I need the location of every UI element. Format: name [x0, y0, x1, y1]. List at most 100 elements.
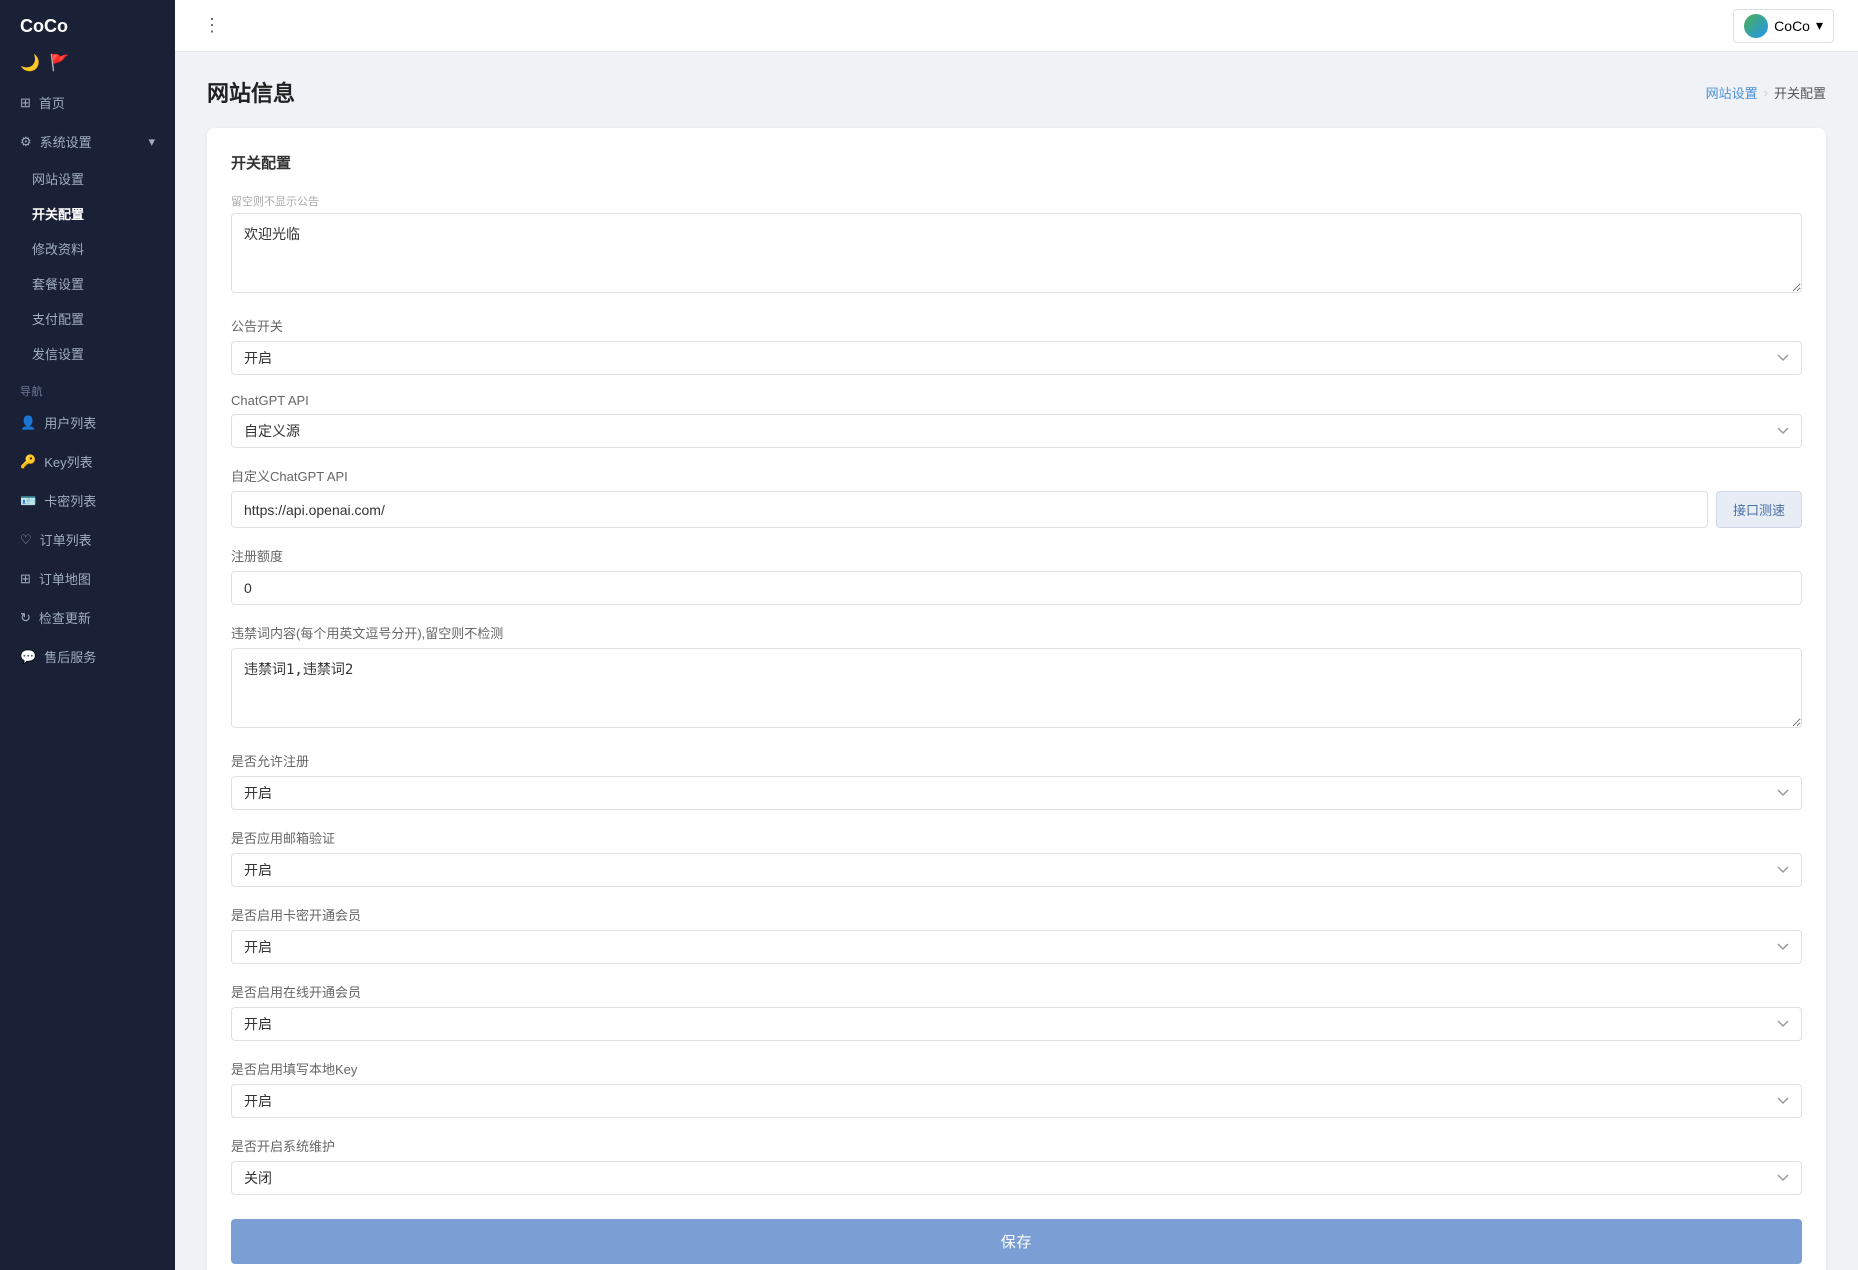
topbar-right: CoCo ▾: [1733, 9, 1834, 43]
order-map-label: 订单地图: [39, 569, 91, 588]
sidebar-item-sms-settings[interactable]: 发信设置: [0, 336, 175, 371]
menu-button[interactable]: ⋮: [199, 11, 225, 40]
email-verify-select[interactable]: 开启 关闭: [231, 853, 1802, 887]
email-verify-group: 是否应用邮箱验证 开启 关闭: [231, 828, 1802, 887]
sidebar-item-system[interactable]: ⚙ 系统设置 ▾: [0, 122, 175, 161]
forbidden-words-label: 违禁词内容(每个用英文逗号分开),留空则不检测: [231, 623, 1802, 642]
moon-icon[interactable]: 🌙: [20, 53, 40, 73]
system-icon: ⚙: [20, 134, 32, 150]
sidebar-top-controls: 🌙 🚩: [0, 53, 175, 83]
payment-settings-label: 支付配置: [32, 312, 84, 327]
chatgpt-api-label: ChatGPT API: [231, 393, 1802, 408]
user-list-label: 用户列表: [44, 413, 96, 432]
register-quota-input[interactable]: [231, 571, 1802, 605]
card-list-label: 卡密列表: [44, 491, 96, 510]
user-menu[interactable]: CoCo ▾: [1733, 9, 1834, 43]
home-label: 首页: [39, 93, 65, 112]
forbidden-words-textarea[interactable]: [231, 648, 1802, 728]
key-list-label: Key列表: [44, 452, 92, 471]
sidebar: CoCo 🌙 🚩 ⊞ 首页 ⚙ 系统设置 ▾ 网站设置 开关配置 修改资料 套餐…: [0, 0, 175, 1270]
maintenance-select[interactable]: 关闭 开启: [231, 1161, 1802, 1195]
check-update-label: 检查更新: [39, 608, 91, 627]
card-member-label: 是否启用卡密开通会员: [231, 905, 1802, 924]
card-member-group: 是否启用卡密开通会员 开启 关闭: [231, 905, 1802, 964]
sidebar-item-key-list[interactable]: 🔑 Key列表: [0, 442, 175, 481]
maintenance-group: 是否开启系统维护 关闭 开启: [231, 1136, 1802, 1195]
chatgpt-api-select[interactable]: 自定义源 官方源: [231, 414, 1802, 448]
plan-settings-label: 套餐设置: [32, 277, 84, 292]
key-icon: 🔑: [20, 454, 36, 470]
sidebar-item-order-map[interactable]: ⊞ 订单地图: [0, 559, 175, 598]
forbidden-words-group: 违禁词内容(每个用英文逗号分开),留空则不检测: [231, 623, 1802, 733]
announcement-switch-label: 公告开关: [231, 316, 1802, 335]
chatgpt-api-group: ChatGPT API 自定义源 官方源: [231, 393, 1802, 448]
maintenance-label: 是否开启系统维护: [231, 1136, 1802, 1155]
sidebar-item-card-list[interactable]: 🪪 卡密列表: [0, 481, 175, 520]
online-member-select[interactable]: 开启 关闭: [231, 1007, 1802, 1041]
custom-api-group: 自定义ChatGPT API 接口测速: [231, 466, 1802, 528]
local-key-label: 是否启用填写本地Key: [231, 1059, 1802, 1078]
content-area: 网站信息 网站设置 › 开关配置 开关配置 留空则不显示公告 公告开关 开启 关…: [175, 52, 1858, 1270]
home-icon: ⊞: [20, 95, 31, 111]
app-name: CoCo: [20, 16, 68, 37]
local-key-group: 是否启用填写本地Key 开启 关闭: [231, 1059, 1802, 1118]
sidebar-logo: CoCo: [0, 0, 175, 53]
allow-register-group: 是否允许注册 开启 关闭: [231, 751, 1802, 810]
allow-register-label: 是否允许注册: [231, 751, 1802, 770]
announcement-group: 留空则不显示公告: [231, 193, 1802, 298]
sidebar-item-plan-settings[interactable]: 套餐设置: [0, 266, 175, 301]
card-icon: 🪪: [20, 493, 36, 509]
online-member-group: 是否启用在线开通会员 开启 关闭: [231, 982, 1802, 1041]
user-icon: 👤: [20, 415, 36, 431]
order-icon: ♡: [20, 532, 32, 548]
card-member-select[interactable]: 开启 关闭: [231, 930, 1802, 964]
aftersale-label: 售后服务: [44, 647, 96, 666]
sidebar-item-website-settings[interactable]: 网站设置: [0, 161, 175, 196]
sidebar-item-order-list[interactable]: ♡ 订单列表: [0, 520, 175, 559]
sidebar-item-payment-settings[interactable]: 支付配置: [0, 301, 175, 336]
switch-config-label: 开关配置: [32, 207, 84, 222]
breadcrumb-current: 开关配置: [1774, 83, 1826, 102]
online-member-label: 是否启用在线开通会员: [231, 982, 1802, 1001]
register-quota-group: 注册额度: [231, 546, 1802, 605]
page-header: 网站信息 网站设置 › 开关配置: [207, 76, 1826, 108]
update-icon: ↻: [20, 610, 31, 626]
register-quota-label: 注册额度: [231, 546, 1802, 565]
chat-icon: 💬: [20, 649, 36, 665]
announcement-small-label: 留空则不显示公告: [231, 193, 1802, 209]
edit-profile-label: 修改资料: [32, 242, 84, 257]
announcement-switch-select[interactable]: 开启 关闭: [231, 341, 1802, 375]
local-key-select[interactable]: 开启 关闭: [231, 1084, 1802, 1118]
map-icon: ⊞: [20, 571, 31, 587]
save-bar: 保存: [231, 1219, 1802, 1264]
breadcrumb-parent[interactable]: 网站设置: [1706, 83, 1758, 102]
sidebar-item-user-list[interactable]: 👤 用户列表: [0, 403, 175, 442]
custom-api-input-row: 接口测速: [231, 491, 1802, 528]
flag-icon[interactable]: 🚩: [50, 53, 70, 73]
page-title: 网站信息: [207, 76, 295, 108]
user-chevron-icon: ▾: [1816, 17, 1823, 34]
custom-api-label: 自定义ChatGPT API: [231, 466, 1802, 485]
order-list-label: 订单列表: [40, 530, 92, 549]
announcement-textarea[interactable]: [231, 213, 1802, 293]
email-verify-label: 是否应用邮箱验证: [231, 828, 1802, 847]
sidebar-item-switch-config[interactable]: 开关配置: [0, 196, 175, 231]
sidebar-item-home[interactable]: ⊞ 首页: [0, 83, 175, 122]
topbar: ⋮ CoCo ▾: [175, 0, 1858, 52]
sidebar-item-check-update[interactable]: ↻ 检查更新: [0, 598, 175, 637]
sms-settings-label: 发信设置: [32, 347, 84, 362]
announcement-switch-group: 公告开关 开启 关闭: [231, 316, 1802, 375]
breadcrumb: 网站设置 › 开关配置: [1706, 83, 1826, 102]
api-test-button[interactable]: 接口测速: [1716, 491, 1802, 528]
save-button[interactable]: 保存: [231, 1219, 1802, 1264]
user-avatar: [1744, 14, 1768, 38]
sidebar-item-edit-profile[interactable]: 修改资料: [0, 231, 175, 266]
sidebar-item-aftersale[interactable]: 💬 售后服务: [0, 637, 175, 676]
website-settings-label: 网站设置: [32, 172, 84, 187]
config-card: 开关配置 留空则不显示公告 公告开关 开启 关闭 ChatGPT API 自定义…: [207, 128, 1826, 1270]
topbar-left: ⋮: [199, 11, 225, 40]
breadcrumb-separator: ›: [1764, 85, 1768, 100]
section-title: 开关配置: [231, 152, 1802, 173]
custom-api-input[interactable]: [231, 491, 1708, 528]
allow-register-select[interactable]: 开启 关闭: [231, 776, 1802, 810]
